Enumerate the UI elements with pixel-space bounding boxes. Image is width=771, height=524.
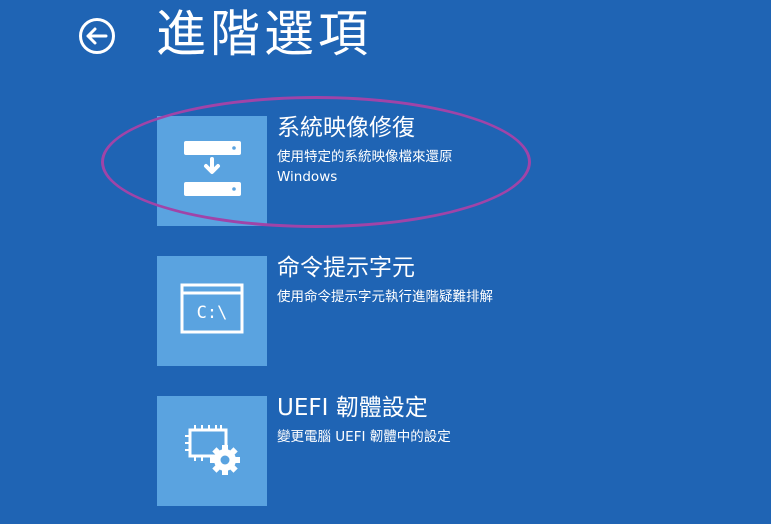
command-prompt-icon-text: C:\ — [197, 303, 228, 323]
uefi-firmware-settings-option[interactable]: UEFI 韌體設定 變更電腦 UEFI 韌體中的設定 — [277, 394, 677, 447]
option-title: 命令提示字元 — [277, 255, 415, 281]
page-title: 進階選項 — [156, 5, 372, 63]
back-arrow-icon — [79, 18, 115, 54]
command-prompt-tile[interactable]: C:\ — [157, 256, 267, 366]
option-description: 使用特定的系統映像檔來還原 Windows — [277, 149, 453, 185]
system-image-recovery-option[interactable]: 系統映像修復 使用特定的系統映像檔來還原 Windows — [277, 114, 677, 187]
command-prompt-icon: C:\ — [180, 283, 244, 334]
option-description: 使用命令提示字元執行進階疑難排解 — [277, 289, 493, 305]
back-button[interactable] — [78, 17, 116, 55]
system-image-recovery-tile[interactable] — [157, 116, 267, 226]
system-image-icon — [184, 141, 241, 196]
option-title: UEFI 韌體設定 — [277, 395, 428, 421]
firmware-settings-icon — [185, 425, 240, 475]
uefi-firmware-settings-tile[interactable] — [157, 396, 267, 506]
command-prompt-option[interactable]: 命令提示字元 使用命令提示字元執行進階疑難排解 — [277, 254, 677, 307]
option-description: 變更電腦 UEFI 韌體中的設定 — [277, 429, 451, 445]
option-title: 系統映像修復 — [277, 115, 415, 141]
